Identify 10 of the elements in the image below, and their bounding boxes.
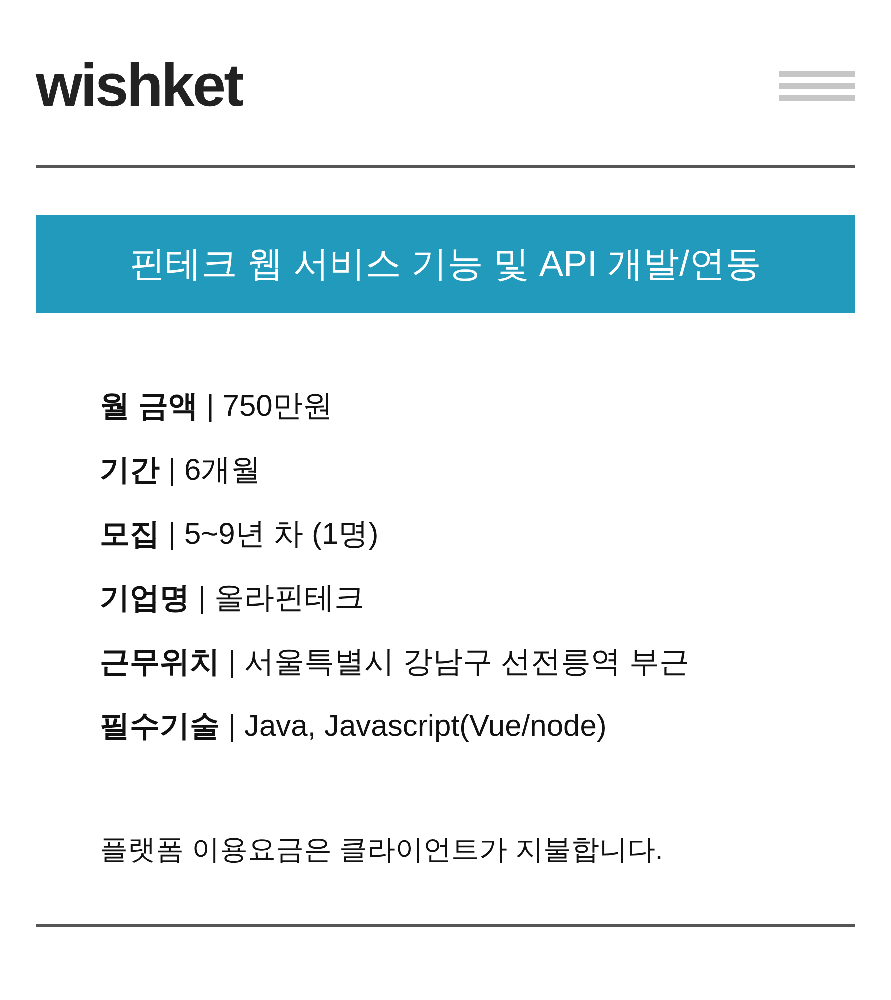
detail-line: 기업명 | 올라핀테크 xyxy=(100,581,366,617)
fee-notice: 플랫폼 이용요금은 클라이언트가 지불합니다. xyxy=(99,833,664,867)
menu-icon[interactable] xyxy=(779,71,855,101)
detail-line: 필수기술 | Java, Javascript(Vue/node) xyxy=(100,709,608,745)
project-title: 핀테크 웹 서비스 기능 및 API 개발/연동 xyxy=(129,242,762,286)
wishket-logo: wishket xyxy=(36,56,242,116)
detail-line: 기간 | 6개월 xyxy=(100,453,262,489)
detail-line: 모집 | 5~9년 차 (1명) xyxy=(100,517,380,553)
detail-line: 근무위치 | 서울특별시 강남구 선전릉역 부근 xyxy=(100,645,690,681)
detail-line: 월 금액 | 750만원 xyxy=(100,389,334,425)
